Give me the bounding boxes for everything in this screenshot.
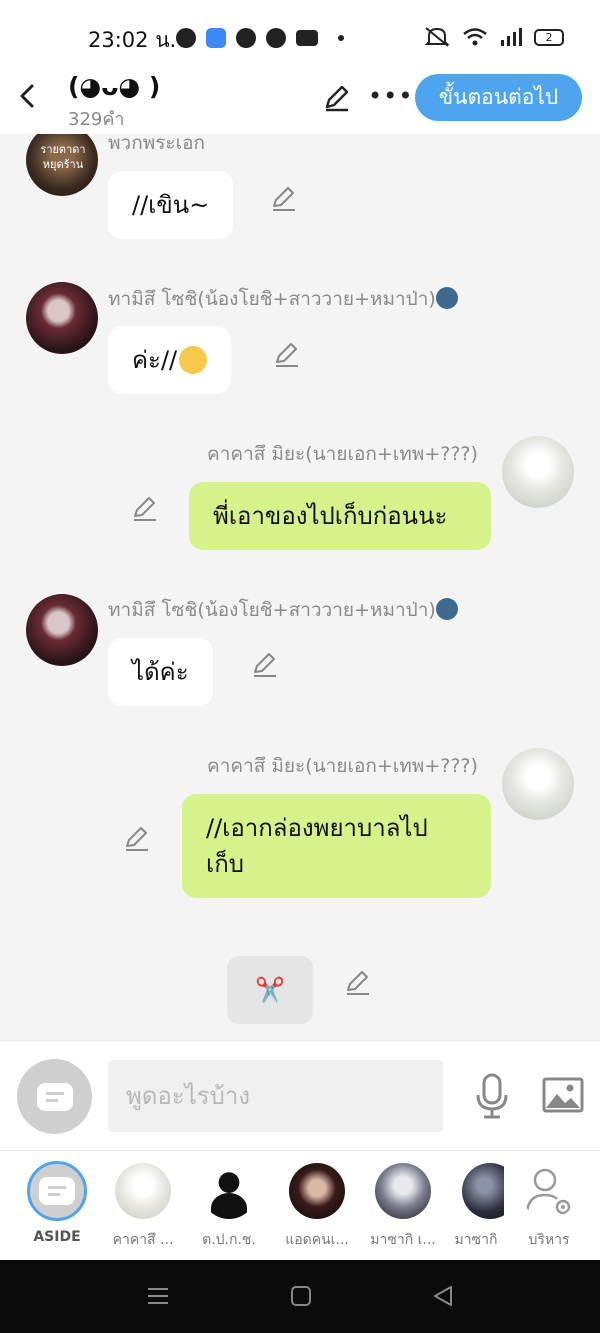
youtube-icon (296, 30, 318, 46)
sender-name: ทามิสึ โซชิ(น้องโยชิ+สาววาย+หมาป่า) (108, 284, 458, 314)
character-aside[interactable]: ASIDE (16, 1161, 98, 1245)
sender-name: คาคาสึ มิยะ(นายเอก+เทพ+???) (207, 443, 478, 465)
smile-emoji-icon (179, 346, 208, 374)
edit-message-icon[interactable] (344, 968, 372, 996)
moon-emoji-icon (435, 598, 458, 620)
avatar-group[interactable]: รายตาดา หยุดร้าน (26, 134, 98, 196)
aside-toggle-button[interactable] (17, 1059, 92, 1134)
avatar-kakasu[interactable] (502, 748, 574, 820)
message-bubble[interactable]: //เขิน~ (108, 171, 234, 239)
system-icons: 2 (424, 26, 564, 48)
edit-message-icon[interactable] (131, 494, 159, 522)
status-bar: 23:02 น. 2 (0, 0, 600, 72)
character-selector: ASIDE คาคาสึ ... ต.ป.ก.ช. แอดคนเ... มาซา… (0, 1150, 600, 1260)
avatar-tamisu[interactable] (26, 282, 98, 354)
aside-icon (36, 1082, 73, 1111)
character-masaki-1[interactable]: มาซากิ เ... (362, 1163, 444, 1251)
sender-name: คาคาสึ มิยะ(นายเอก+เทพ+???) (207, 755, 478, 777)
app-icon (206, 28, 226, 48)
message-bubble[interactable]: ได้ค่ะ (108, 638, 213, 706)
character-avatar (462, 1163, 504, 1219)
character-kakasu[interactable]: คาคาสึ ... (102, 1163, 184, 1251)
sender-name: พวกพระเอก (108, 134, 206, 154)
silhouette-avatar (201, 1163, 257, 1219)
scissors-icon: ✂️ (255, 976, 285, 1004)
character-avatar (375, 1163, 431, 1219)
edit-message-icon[interactable] (273, 340, 301, 368)
edit-message-icon[interactable] (123, 824, 151, 852)
message-bubble[interactable]: ค่ะ// (108, 326, 232, 394)
mute-icon (424, 27, 450, 47)
more-notifications-dot (338, 35, 344, 41)
next-step-button[interactable]: ขั้นตอนต่อไป (415, 74, 582, 121)
facebook-icon (176, 28, 196, 48)
character-tpkc[interactable]: ต.ป.ก.ช. (188, 1163, 270, 1251)
message-bubble[interactable]: //เอากล่องพยาบาลไปเก็บ (182, 794, 491, 898)
avatar-kakasu[interactable] (502, 436, 574, 508)
edit-message-icon[interactable] (270, 184, 298, 212)
image-upload-icon[interactable] (542, 1077, 584, 1113)
edit-message-icon[interactable] (251, 650, 279, 678)
scene-break-block[interactable]: ✂️ (227, 956, 313, 1024)
manage-icon (521, 1163, 577, 1219)
back-nav-icon[interactable] (431, 1284, 457, 1308)
recent-apps-icon[interactable] (145, 1284, 171, 1308)
character-avatar (115, 1163, 171, 1219)
signal-icon (501, 28, 522, 46)
system-navigation-bar (0, 1260, 600, 1333)
battery-indicator: 2 (534, 28, 564, 46)
character-admin[interactable]: แอดคนเ... (276, 1163, 358, 1251)
character-masaki-2[interactable]: มาซากิ (448, 1163, 504, 1251)
sender-name: ทามิสึ โซชิ(น้องโยชิ+สาววาย+หมาป่า) (108, 595, 458, 625)
moon-emoji-icon (435, 287, 458, 309)
editor-header: (◕ᴗ◕ ) 329คำ ••• ขั้นตอนต่อไป (0, 72, 600, 134)
pinterest-icon (266, 28, 286, 48)
back-arrow-icon[interactable] (14, 82, 42, 110)
word-count: 329คำ (68, 109, 125, 130)
story-title: (◕ᴗ◕ ) (68, 72, 161, 101)
edit-title-icon[interactable] (322, 82, 352, 112)
microphone-icon[interactable] (474, 1073, 510, 1119)
notification-icons (176, 28, 344, 48)
chat-area: รายตาดา หยุดร้าน พวกพระเอก //เขิน~ ทามิส… (0, 134, 600, 1040)
home-icon[interactable] (288, 1284, 314, 1308)
character-avatar (289, 1163, 345, 1219)
message-composer (0, 1040, 600, 1150)
more-options-icon[interactable]: ••• (368, 82, 413, 110)
manage-characters-button[interactable]: บริหาร (508, 1163, 590, 1251)
avatar-tamisu[interactable] (26, 594, 98, 666)
aside-avatar (27, 1161, 87, 1221)
message-input[interactable] (108, 1060, 443, 1132)
message-bubble[interactable]: พี่เอาของไปเก็บก่อนนะ (189, 482, 491, 550)
status-time: 23:02 น. (88, 28, 177, 52)
aside-icon (39, 1177, 75, 1205)
tiktok-icon (236, 28, 256, 48)
wifi-icon (463, 28, 487, 46)
